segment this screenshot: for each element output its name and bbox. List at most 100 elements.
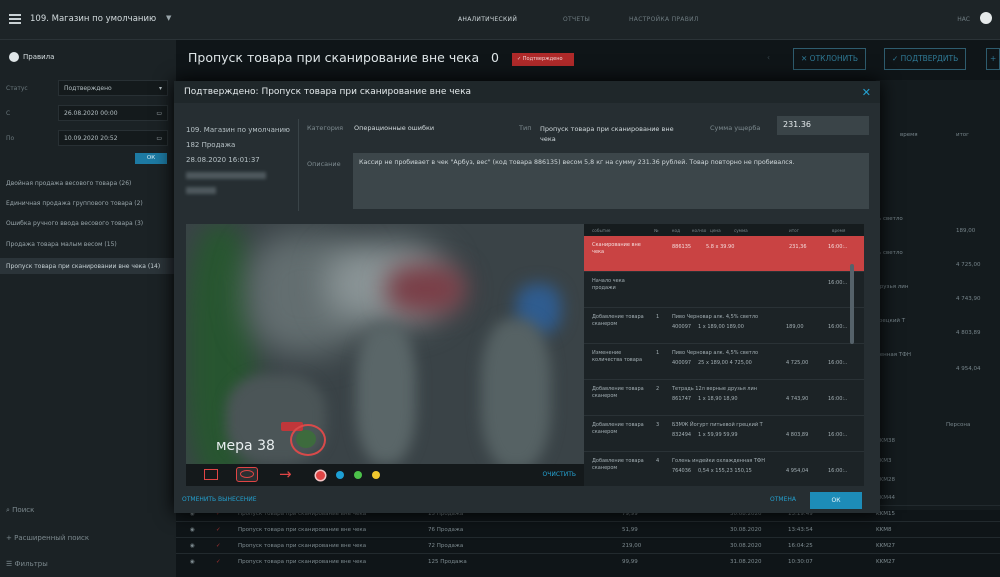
col-header: код [672, 228, 680, 233]
event-code: 764036 [672, 468, 692, 474]
sidebar-item-manual-input-error[interactable]: Ошибка ручного ввода весового товара (3) [6, 220, 143, 227]
top-right-label: НАС [957, 16, 970, 23]
event-time: 16:00:.. [828, 280, 848, 286]
from-date-field[interactable]: 26.08.2020 00:00 ▭ [58, 105, 168, 121]
ellipse-tool-icon[interactable] [236, 467, 258, 482]
arrow-tool-icon[interactable]: → [279, 465, 292, 483]
event-number: 3 [656, 422, 660, 428]
event-name: Начало чека продажи [592, 278, 625, 291]
table-row[interactable]: Начало чека продажи 16:00:.. [584, 272, 864, 308]
eye-icon[interactable]: ◉ [190, 559, 195, 565]
event-name: Добавление товара сканером [592, 422, 644, 435]
eye-icon[interactable]: ◉ [190, 543, 195, 549]
col-header: итог [789, 228, 799, 233]
video-region [481, 319, 551, 469]
event-detail: 25 х 189,00 4 725,00 [698, 360, 752, 366]
incident-info: 109. Магазин по умолчанию 182 Продажа 28… [186, 123, 290, 194]
eye-icon[interactable]: ◉ [190, 527, 195, 533]
calendar-icon[interactable]: ▭ [156, 110, 162, 117]
event-name: Изменение количества товара [592, 350, 643, 363]
rectangle-tool-icon[interactable] [204, 469, 218, 480]
blue-color-swatch[interactable] [336, 471, 344, 479]
table-row[interactable]: Добавление товара сканером 1 Пиво Чернов… [584, 308, 864, 344]
table-row[interactable]: Добавление товара сканером 4 Голень инде… [584, 452, 864, 488]
add-icon[interactable]: + [986, 48, 1000, 70]
store-selector[interactable]: 109. Магазин по умолчанию [30, 14, 156, 24]
event-detail: 0,54 х 155,23 150,15 [698, 468, 752, 474]
list-item: 189,00 [956, 228, 976, 234]
table-row[interactable]: ◉ ✓ Пропуск товара при сканирование вне ч… [176, 537, 1000, 553]
green-color-swatch[interactable] [354, 471, 362, 479]
cancel-removal-link[interactable]: ОТМЕНИТЬ ВЫНЕСЕНИЕ [182, 496, 257, 503]
event-sum: 189,00 [786, 324, 804, 330]
yellow-color-swatch[interactable] [372, 471, 380, 479]
modal-footer: ОТМЕНИТЬ ВЫНЕСЕНИЕ ОТМЕНА ОК [174, 487, 880, 513]
filter-ok-button[interactable]: ОК [135, 153, 167, 164]
table-row[interactable]: Добавление товара сканером 2 Тетрадь 12л… [584, 380, 864, 416]
list-item: 4 954,04 [956, 366, 981, 372]
category-label: Категория [307, 124, 344, 132]
table-row[interactable]: ◉ ✓ Пропуск товара при сканирование вне ч… [176, 553, 1000, 569]
red-color-swatch[interactable] [316, 471, 325, 480]
chevron-down-icon[interactable]: ▼ [166, 14, 171, 22]
filters-link[interactable]: ☰ Фильтры [6, 560, 48, 568]
store-name: 109. Магазин по умолчанию [186, 126, 290, 134]
reject-button[interactable]: ✕ ОТКЛОНИТЬ [793, 48, 867, 70]
type-value: Пропуск товара при сканирование вне чека [540, 125, 674, 143]
scrollbar[interactable] [850, 264, 854, 344]
chevron-down-icon: ▾ [158, 85, 162, 92]
chevron-left-icon[interactable]: ‹ [760, 48, 777, 70]
hamburger-menu-icon[interactable] [9, 14, 21, 24]
video-region [356, 324, 416, 464]
col-header-total: итог [956, 132, 970, 138]
close-icon[interactable]: ✕ [862, 86, 871, 99]
nav-reports[interactable]: ОТЧЕТЫ [563, 16, 590, 23]
list-item: друзья лин [876, 284, 909, 290]
table-row[interactable]: Сканирование вне чека 886135 5.8 х 39.90… [584, 236, 864, 272]
search-link[interactable]: ⌕ Поиск [6, 506, 34, 515]
col-header-person: Персона [946, 422, 971, 428]
calendar-icon[interactable]: ▭ [156, 135, 162, 142]
nav-rules-settings[interactable]: НАСТРОЙКА ПРАВИЛ [629, 16, 699, 23]
event-time: 16:00:.. [828, 244, 848, 250]
table-row[interactable]: Добавление товара сканером 3 БЗМЖ Йогурт… [584, 416, 864, 452]
page-title: Пропуск товара при сканирование вне чека… [188, 50, 499, 65]
cancel-button[interactable]: ОТМЕНА [770, 496, 796, 503]
events-header: событие № код кол-во цена сумма итог вре… [584, 224, 864, 236]
event-code: 400097 [672, 324, 692, 330]
status-badge: ✓ Подтверждено [512, 53, 574, 66]
list-item: 4 725,00 [956, 262, 981, 268]
sidebar-item-skip-scan[interactable]: Пропуск товара при сканировании вне чека… [0, 258, 176, 274]
ok-button[interactable]: ОК [810, 492, 862, 509]
event-code: 832494 [672, 432, 692, 438]
status-select[interactable]: Подтверждено ▾ [58, 80, 168, 96]
to-date-field[interactable]: 10.09.2020 20:52 ▭ [58, 130, 168, 146]
incident-modal: Подтверждено: Пропуск товара при сканиро… [174, 81, 880, 513]
list-item: % светло [876, 216, 903, 222]
clear-button[interactable]: ОЧИСТИТЬ [543, 471, 576, 478]
incident-datetime: 28.08.2020 16:01:37 [186, 156, 260, 164]
top-bar: 109. Магазин по умолчанию ▼ АНАЛИТИЧЕСКИ… [0, 0, 1000, 40]
advanced-search-link[interactable]: + Расширенный поиск [6, 534, 89, 542]
event-time: 16:00:.. [828, 324, 848, 330]
sale-number: 182 Продажа [186, 141, 236, 149]
sidebar-item-low-weight-sale[interactable]: Продажа товара малым весом (15) [6, 241, 117, 248]
event-time: 16:00:.. [828, 396, 848, 402]
status-label: Статус [6, 85, 28, 92]
plus-icon: + [6, 534, 15, 542]
event-detail: 1 х 18,90 18,90 [698, 396, 738, 402]
confirm-button[interactable]: ✓ ПОДТВЕРДИТЬ [884, 48, 967, 70]
event-number: 4 [656, 458, 660, 464]
sidebar-item-double-sale[interactable]: Двойная продажа весового товара (26) [6, 180, 131, 187]
avatar[interactable] [980, 12, 992, 24]
table-row[interactable]: ◉ ✓ Пропуск товара при сканирование вне ч… [176, 521, 1000, 537]
nav-analytics[interactable]: АНАЛИТИЧЕСКИЙ [458, 16, 517, 23]
sidebar-item-single-group-sale[interactable]: Единичная продажа группового товара (2) [6, 200, 143, 207]
event-sum: 4 954,04 [786, 468, 809, 474]
event-sum: 4 803,89 [786, 432, 809, 438]
event-code: 861747 [672, 396, 692, 402]
event-detail: 5.8 х 39.90 [706, 244, 735, 250]
table-row[interactable]: Изменение количества товара 1 Пиво Черно… [584, 344, 864, 380]
camera-video[interactable]: мера 38 → ОЧИСТИТЬ [186, 224, 584, 486]
blurred-text [186, 187, 216, 194]
